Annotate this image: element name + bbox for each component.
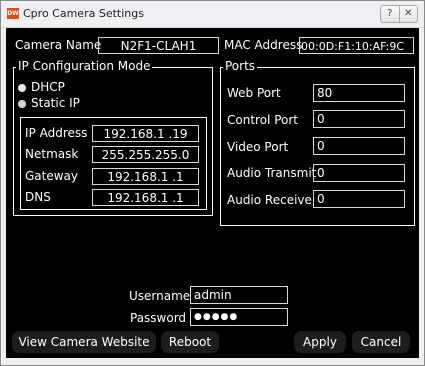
audio-receive-field[interactable]: 0 [313,190,405,208]
video-port-label: Video Port [227,140,289,154]
netmask-field[interactable]: 255.255.255.0 [92,146,199,163]
reboot-button[interactable]: Reboot [161,331,219,353]
cancel-button[interactable]: Cancel [352,331,410,353]
web-port-field[interactable]: 80 [313,84,405,102]
password-field[interactable]: ●●●●● [190,308,288,326]
username-field[interactable]: admin [190,286,288,304]
settings-panel: Camera Name N2F1-CLAH1 MAC Address 00:0D… [6,28,419,358]
gateway-field[interactable]: 192.168.1 .1 [92,168,199,185]
audio-transmit-field[interactable]: 0 [313,164,405,182]
mac-address-label: MAC Address [224,38,303,52]
title-buttons: ? ✕ [380,5,418,23]
mac-address-field[interactable]: 00:0D:F1:10:AF:9C [299,37,414,54]
password-label: Password [130,311,187,325]
audio-transmit-label: Audio Transmit [227,166,317,180]
title-bar: DW Cpro Camera Settings ? ✕ [1,1,424,28]
settings-window: DW Cpro Camera Settings ? ✕ Camera Name … [0,0,425,366]
help-icon[interactable]: ? [381,6,400,22]
video-port-field[interactable]: 0 [313,137,405,155]
audio-receive-label: Audio Receive [227,193,312,207]
dns-field[interactable]: 192.168.1 .1 [92,189,199,206]
web-port-label: Web Port [227,86,281,100]
ip-address-label: IP Address [25,126,88,140]
dns-label: DNS [25,190,51,204]
ports-legend: Ports [223,59,258,73]
netmask-label: Netmask [25,147,79,161]
control-port-field[interactable]: 0 [313,110,405,128]
control-port-label: Control Port [227,113,298,127]
dhcp-radio[interactable] [18,84,26,92]
username-label: Username [129,289,191,303]
dhcp-label: DHCP [31,80,65,94]
close-icon[interactable]: ✕ [400,6,418,22]
camera-name-field[interactable]: N2F1-CLAH1 [98,37,219,54]
static-ip-radio[interactable] [18,100,26,108]
static-ip-label: Static IP [31,96,80,110]
apply-button[interactable]: Apply [294,331,346,353]
view-camera-website-button[interactable]: View Camera Website [12,331,156,353]
ip-address-field[interactable]: 192.168.1 .19 [92,125,199,142]
ip-config-legend: IP Configuration Mode [16,59,153,73]
gateway-label: Gateway [25,169,79,183]
camera-name-label: Camera Name [15,38,102,52]
app-logo-icon: DW [7,8,19,19]
window-title: Cpro Camera Settings [23,7,144,20]
